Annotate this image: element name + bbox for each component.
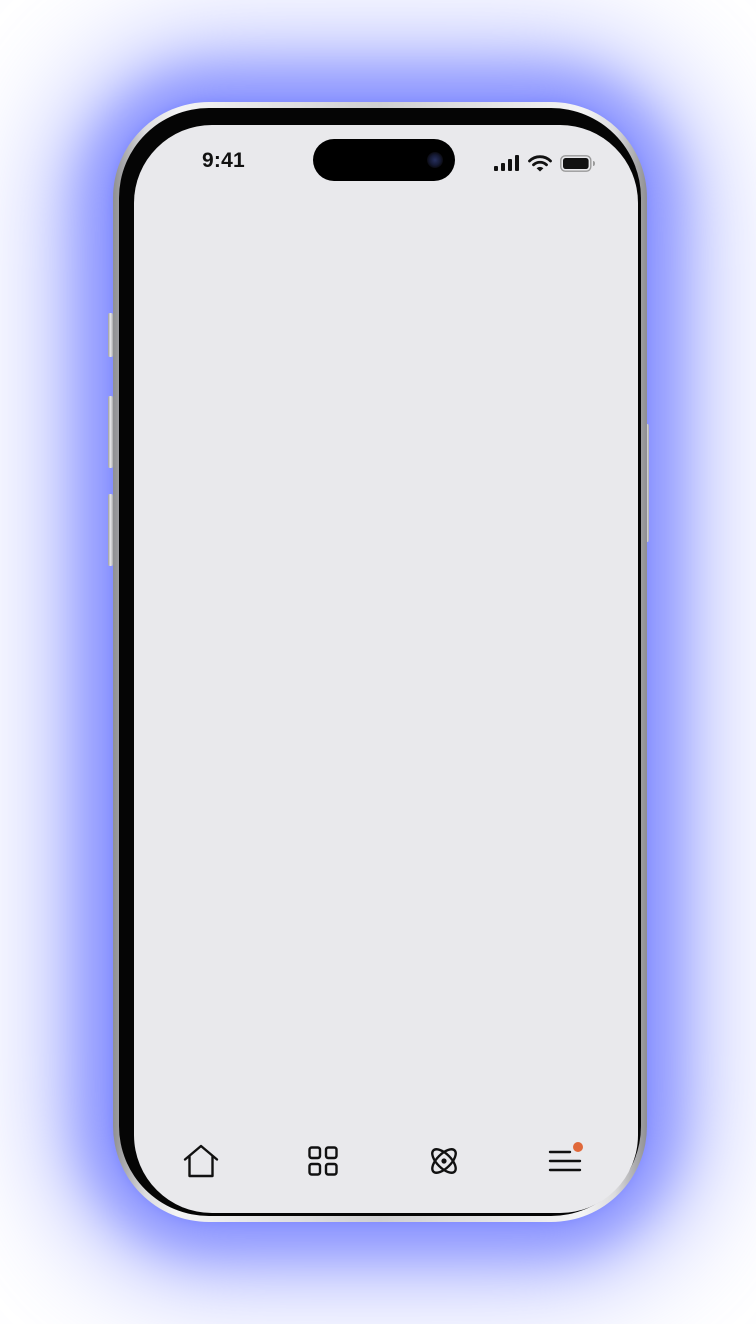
phone-screen: 9:41 xyxy=(134,125,638,1213)
dynamic-island xyxy=(313,139,455,181)
phone-frame: 9:41 xyxy=(113,102,647,1222)
tab-menu[interactable] xyxy=(543,1139,587,1183)
notification-dot xyxy=(573,1142,583,1152)
tab-home[interactable] xyxy=(179,1139,223,1183)
battery-icon xyxy=(560,154,595,172)
front-camera-icon xyxy=(427,152,443,168)
wifi-icon xyxy=(528,154,552,171)
grid-icon xyxy=(308,1146,338,1176)
tab-atom[interactable] xyxy=(422,1139,466,1183)
device-mockup: 9:41 xyxy=(0,0,756,1324)
atom-icon xyxy=(431,1148,457,1174)
status-icons xyxy=(494,154,596,172)
status-time: 9:41 xyxy=(202,149,245,172)
cellular-signal-icon xyxy=(494,155,519,171)
tab-grid[interactable] xyxy=(301,1139,345,1183)
home-icon xyxy=(183,1144,219,1178)
phone-bezel: 9:41 xyxy=(119,108,641,1216)
bottom-tab-bar xyxy=(134,1125,638,1213)
